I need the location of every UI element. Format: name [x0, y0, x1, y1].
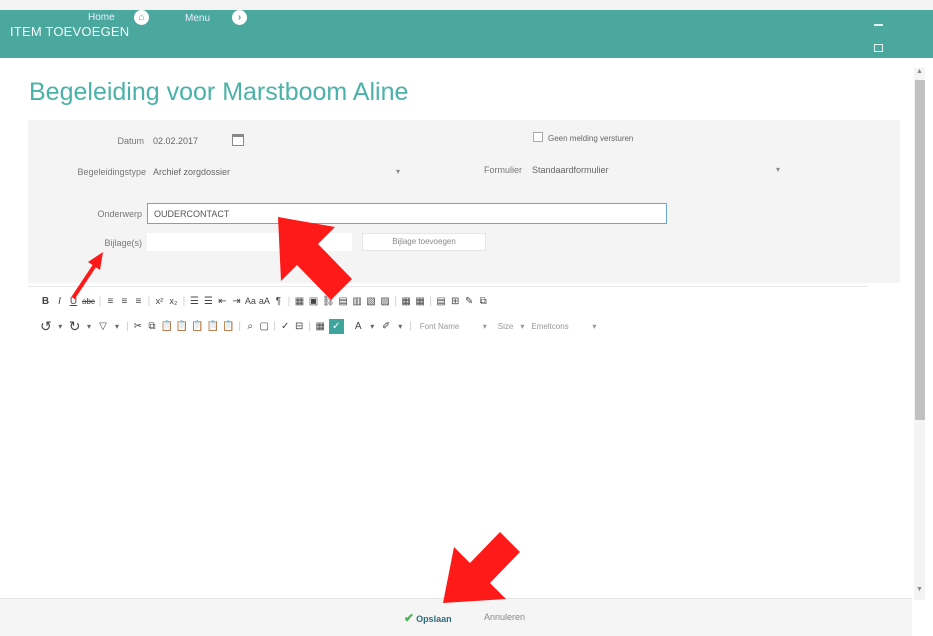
- annotation-arrows: [71, 217, 520, 603]
- annotation-arrow-subject: [278, 217, 352, 300]
- annotation-arrow-save: [443, 532, 520, 603]
- annotation-arrow-attachment: [71, 252, 103, 300]
- dialog-window: ITEM TOEVOEGEN Home ⌂ Menu › ▲ ▼ Begelei…: [0, 0, 933, 636]
